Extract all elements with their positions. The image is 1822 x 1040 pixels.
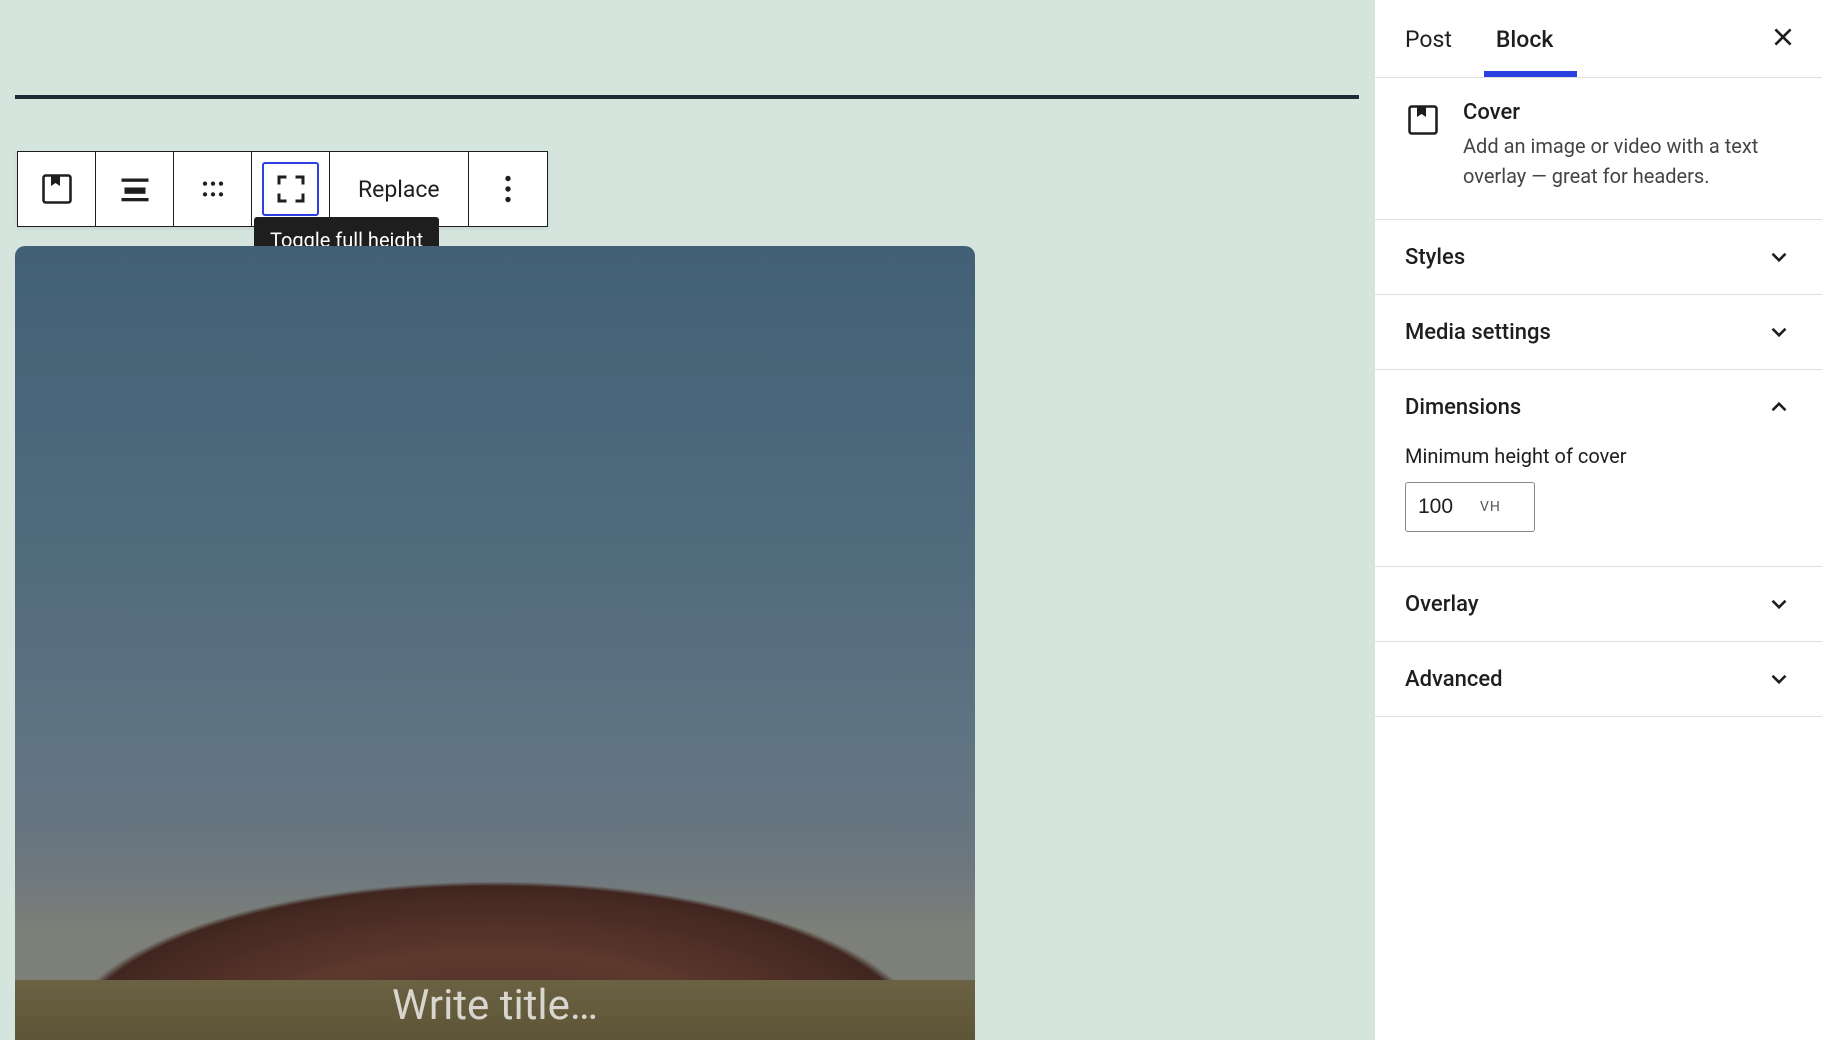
sidebar-tabs: Post Block [1375,0,1822,78]
panel-dimensions-body: Minimum height of cover VH [1375,444,1822,566]
panel-dimensions-toggle[interactable]: Dimensions [1375,370,1822,444]
cover-title-input[interactable]: Write title… [15,981,975,1030]
min-height-input[interactable] [1418,495,1480,519]
move-button[interactable] [174,152,252,226]
panel-overlay: Overlay [1375,567,1822,642]
more-options-button[interactable] [469,152,547,226]
toggle-full-height-button[interactable] [252,152,330,226]
panel-styles: Styles [1375,220,1822,295]
panel-dimensions: Dimensions Minimum height of cover VH [1375,370,1822,567]
panel-title: Media settings [1405,320,1551,345]
separator-block [15,95,1359,99]
min-height-label: Minimum height of cover [1405,444,1792,468]
panel-overlay-toggle[interactable]: Overlay [1375,567,1822,641]
min-height-unit[interactable]: VH [1480,499,1501,515]
panel-styles-toggle[interactable]: Styles [1375,220,1822,294]
replace-button[interactable]: Replace [330,152,469,226]
editor-canvas: Replace Toggle full height Write title… [0,0,1374,1040]
align-button[interactable] [96,152,174,226]
panel-title: Overlay [1405,592,1479,617]
settings-sidebar: Post Block Cover Add an image or video w… [1374,0,1822,1040]
chevron-up-icon [1766,394,1792,420]
cover-icon [1405,102,1441,138]
panel-title: Advanced [1405,667,1503,692]
chevron-down-icon [1766,319,1792,345]
cover-icon [39,171,75,207]
chevron-down-icon [1766,666,1792,692]
drag-handle-icon [197,173,229,205]
chevron-down-icon [1766,244,1792,270]
close-icon [1770,24,1796,50]
tab-block[interactable]: Block [1496,2,1553,75]
panel-media-settings: Media settings [1375,295,1822,370]
block-type-button[interactable] [18,152,96,226]
block-card-description: Add an image or video with a text overla… [1463,131,1792,191]
panel-advanced: Advanced [1375,642,1822,717]
cover-overlay-layer [15,246,975,1040]
block-card-title: Cover [1463,100,1792,125]
block-toolbar: Replace [17,151,548,227]
more-vertical-icon [490,171,526,207]
align-icon [117,171,153,207]
panel-title: Styles [1405,245,1465,270]
panel-media-toggle[interactable]: Media settings [1375,295,1822,369]
full-height-icon [273,171,309,207]
tab-post[interactable]: Post [1405,2,1452,75]
chevron-down-icon [1766,591,1792,617]
cover-block[interactable]: Write title… [15,246,975,1040]
panel-advanced-toggle[interactable]: Advanced [1375,642,1822,716]
min-height-field[interactable]: VH [1405,482,1535,532]
block-card: Cover Add an image or video with a text … [1375,78,1822,220]
close-sidebar-button[interactable] [1764,18,1802,60]
panel-title: Dimensions [1405,395,1521,420]
